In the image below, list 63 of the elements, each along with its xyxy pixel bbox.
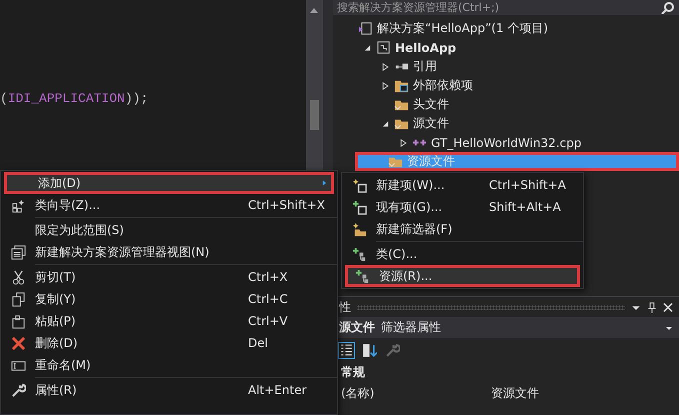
categorized-icon[interactable] xyxy=(339,342,354,358)
expanded-arrow-icon[interactable] xyxy=(382,120,389,128)
tree-item-label: 引用 xyxy=(413,58,437,75)
add-class-icon xyxy=(354,268,370,284)
code-line: (IDI_APPLICATION)); xyxy=(0,91,150,106)
expanded-arrow-icon[interactable] xyxy=(364,44,371,52)
menu-item[interactable]: 限定为此范围(S) xyxy=(1,219,337,241)
sort-alphabetical-icon[interactable] xyxy=(362,342,377,358)
tree-item-label: 头文件 xyxy=(413,96,449,113)
tree-item[interactable]: 引用 xyxy=(333,57,679,76)
tree-item[interactable]: 解决方案“HelloApp”(1 个项目) xyxy=(333,19,679,38)
folder-icon xyxy=(394,78,409,93)
tree-item[interactable]: 源文件 xyxy=(333,114,679,133)
menu-item[interactable]: 类(C)... xyxy=(342,243,583,265)
new-item-icon xyxy=(352,178,366,192)
menu-item[interactable]: 属性(R) Alt+Enter xyxy=(1,379,337,401)
solution-icon xyxy=(358,21,373,36)
window-icon xyxy=(10,244,26,260)
tree-item-label: 资源文件 xyxy=(407,153,455,170)
menu-item[interactable]: 复制(Y) Ctrl+C xyxy=(1,288,337,310)
tree-item[interactable]: 头文件 xyxy=(333,95,679,114)
tree-item-label: HelloApp xyxy=(395,40,456,54)
menu-item[interactable]: 剪切(T) Ctrl+X xyxy=(1,266,337,288)
menu-item[interactable]: 添加(D) xyxy=(4,172,334,194)
tree-item[interactable]: HelloApp xyxy=(333,38,679,57)
category-label: 常规 xyxy=(340,364,366,381)
tree-item-label: GT_HelloWorldWin32.cpp xyxy=(431,136,582,150)
menu-item[interactable]: 新建解决方案资源管理器视图(N) xyxy=(1,241,337,263)
wrench-icon[interactable] xyxy=(385,342,400,358)
menu-item[interactable]: 重命名(M) xyxy=(1,354,337,376)
copy-icon xyxy=(10,292,26,306)
tree-item-label: 源文件 xyxy=(413,115,449,132)
class-wizard-icon xyxy=(10,198,26,212)
tree-item-label: 解决方案“HelloApp”(1 个项目) xyxy=(377,20,548,37)
menu-item[interactable]: 现有项(G)... Shift+Alt+A xyxy=(342,196,583,218)
pin-icon[interactable] xyxy=(647,302,657,312)
submenu-arrow-icon xyxy=(322,179,327,187)
tree-item[interactable]: GT_HelloWorldWin32.cpp xyxy=(333,133,679,152)
collapsed-arrow-icon[interactable] xyxy=(382,62,389,70)
scroll-up-icon[interactable] xyxy=(309,7,319,13)
close-icon[interactable] xyxy=(663,302,673,312)
scissors-icon xyxy=(10,270,26,284)
add-class-icon xyxy=(352,246,366,262)
wrench-icon xyxy=(10,382,26,398)
menu-item[interactable]: 资源(R)... xyxy=(345,265,580,287)
paste-icon xyxy=(10,314,26,328)
scrollbar-thumb[interactable] xyxy=(310,100,319,130)
panel-title: 性 xyxy=(339,298,351,316)
collapsed-arrow-icon[interactable] xyxy=(400,138,407,146)
tree-item-label: 外部依赖项 xyxy=(413,77,473,94)
menu-item[interactable]: 类向导(Z)... Ctrl+Shift+X xyxy=(1,194,337,216)
collapsed-arrow-icon[interactable] xyxy=(382,82,389,90)
tree-item[interactable]: 外部依赖项 xyxy=(333,76,679,95)
add-existing-icon xyxy=(352,200,366,214)
search-icon[interactable] xyxy=(661,2,675,14)
property-value: 资源文件 xyxy=(491,385,540,402)
delete-icon xyxy=(10,336,26,350)
menu-item[interactable]: 新建项(W)... Ctrl+Shift+A xyxy=(342,174,583,196)
search-field[interactable]: 搜索解决方案资源管理器(Ctrl+;) xyxy=(333,0,679,15)
project-icon xyxy=(376,40,391,55)
property-name: (名称) xyxy=(341,385,376,402)
menu-item[interactable]: 新建筛选器(F) xyxy=(342,218,583,240)
new-folder-icon xyxy=(352,222,366,236)
